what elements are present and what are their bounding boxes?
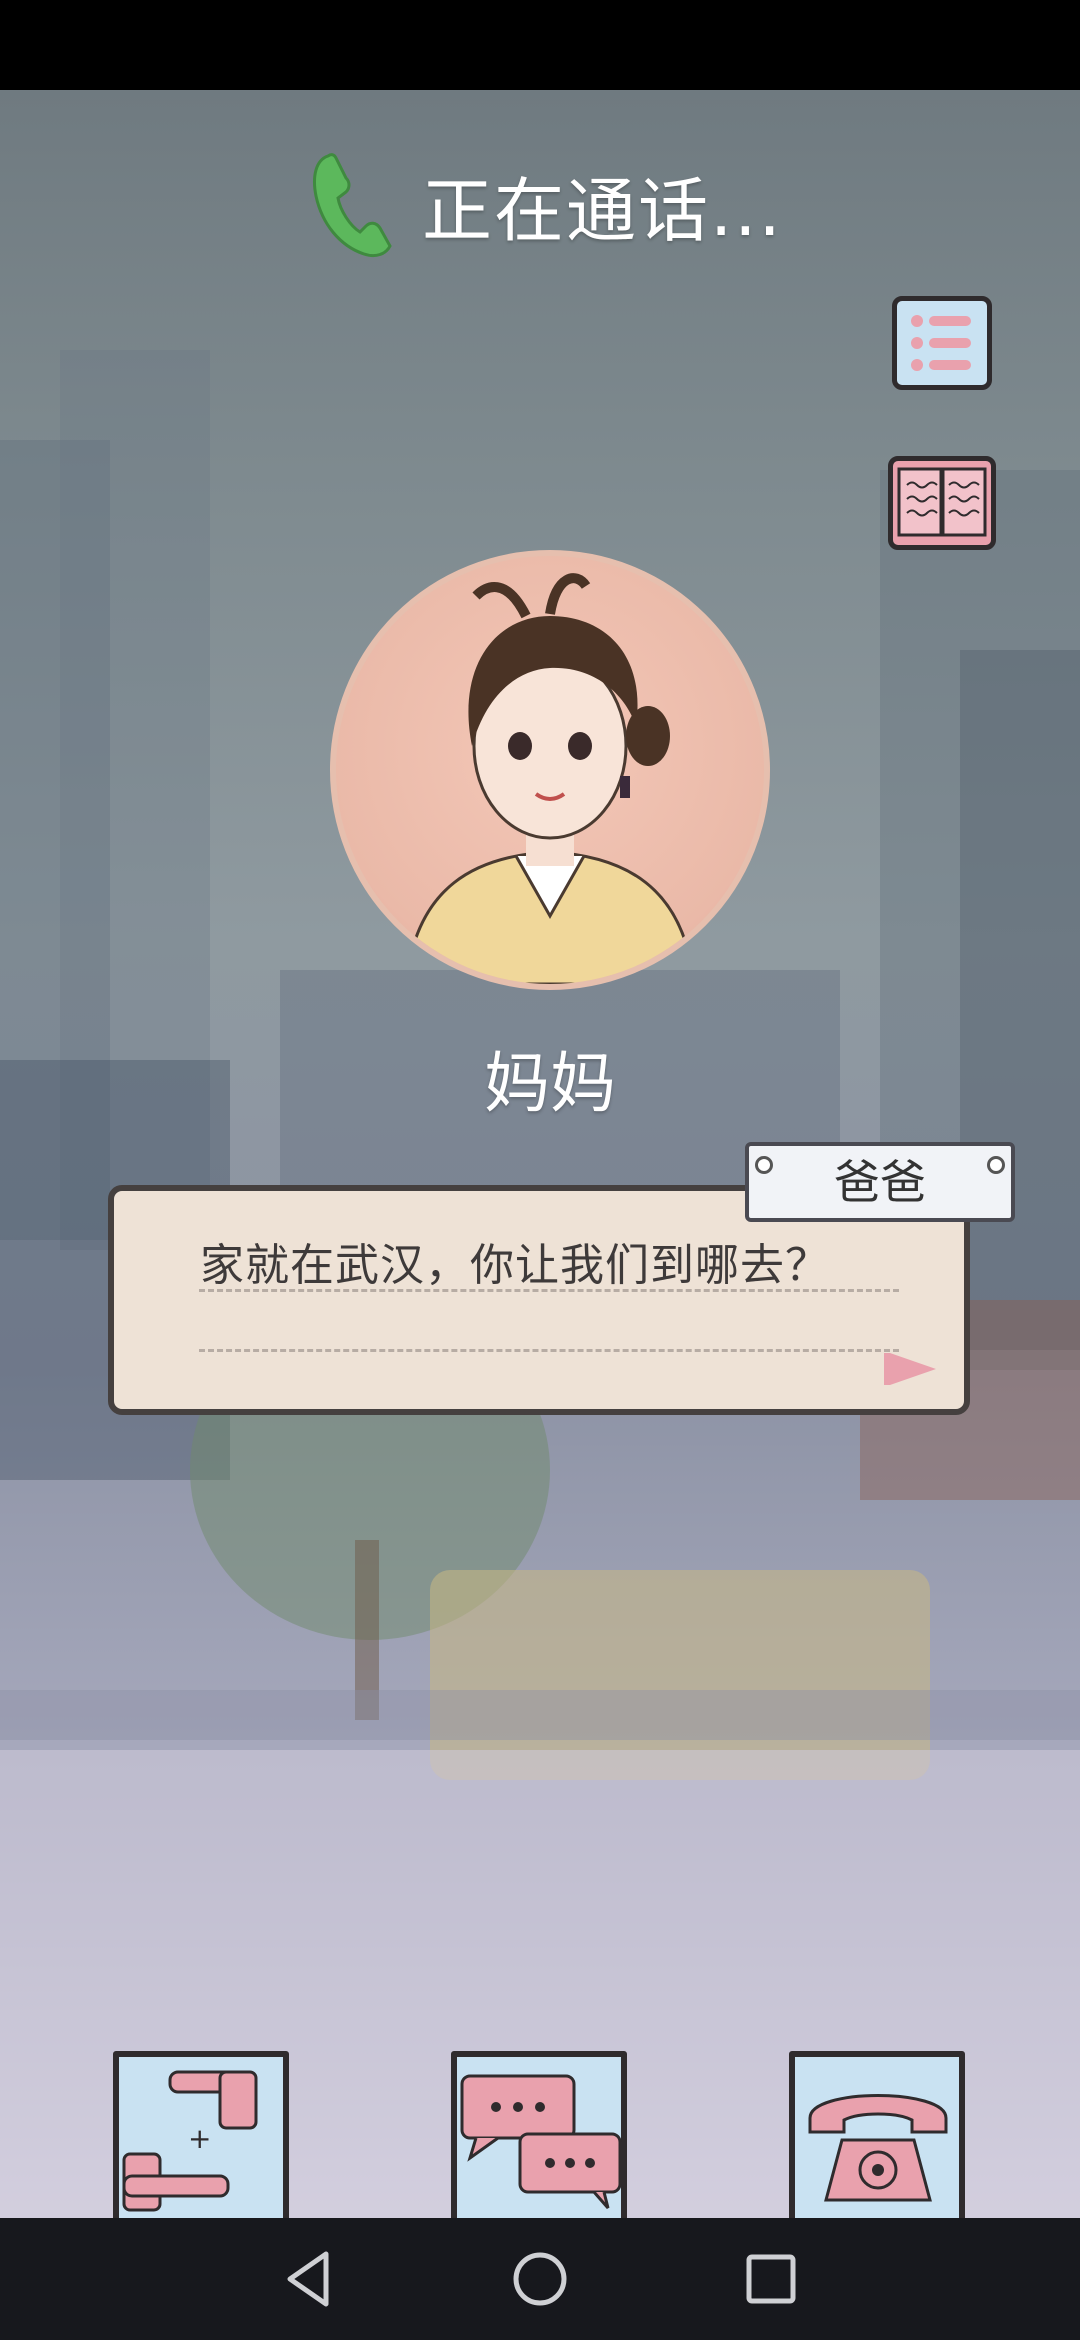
caller-portrait (404, 573, 696, 984)
home-circle-icon[interactable] (509, 2248, 571, 2310)
back-triangle-icon[interactable] (278, 2248, 340, 2310)
status-bar (0, 0, 1080, 90)
menu-button[interactable] (892, 296, 992, 390)
book-icon (897, 467, 987, 537)
call-status-text: 正在通话... (422, 169, 783, 252)
svg-text:+: + (188, 2122, 211, 2155)
speaker-tag: 爸爸 (745, 1142, 1015, 1222)
speaker-name: 爸爸 (834, 1155, 926, 1209)
recent-square-icon[interactable] (740, 2248, 802, 2310)
list-menu-icon (911, 315, 971, 371)
pin-decoration (987, 1156, 1005, 1174)
dialog-divider (199, 1289, 899, 1292)
chat-button[interactable] (448, 2048, 633, 2218)
pin-decoration (755, 1156, 773, 1174)
dialog-divider (199, 1349, 899, 1352)
next-arrow-icon[interactable] (884, 1349, 944, 1389)
caller-avatar (330, 550, 770, 990)
call-header: 正在通话... (310, 140, 783, 270)
hangup-button[interactable] (786, 2048, 971, 2218)
system-nav-bar (0, 2218, 1080, 2340)
game-scene: 正在通话... 妈妈 家就在武汉，你让我们到哪去？ 爸爸 + (0, 90, 1080, 2218)
phone-icon (313, 153, 392, 258)
journal-button[interactable] (888, 456, 996, 550)
dialog-text: 家就在武汉，你让我们到哪去？ (200, 1240, 830, 1291)
caller-name: 妈妈 (484, 1045, 616, 1122)
gesture-button[interactable]: + (110, 2048, 295, 2218)
